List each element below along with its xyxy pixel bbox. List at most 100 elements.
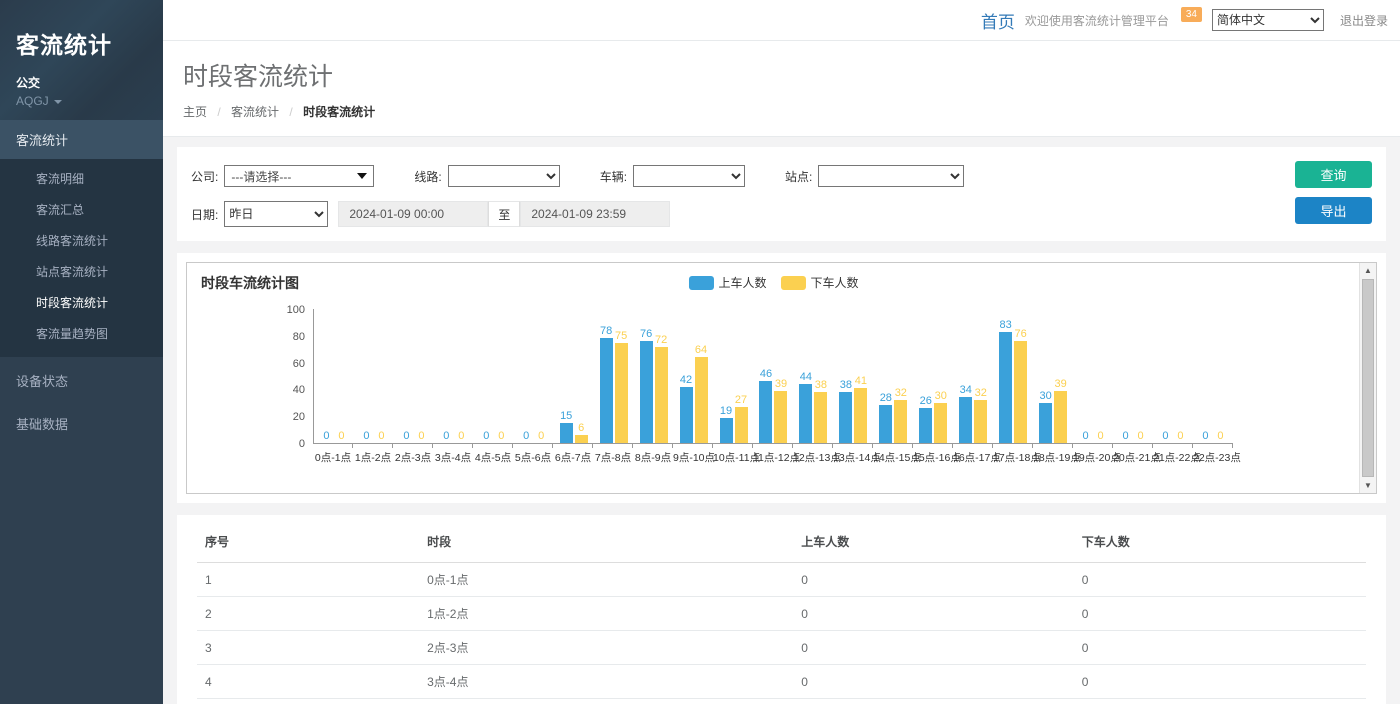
bar-上车人数[interactable]: 83 — [999, 319, 1012, 443]
table-cell: 0 — [1074, 631, 1366, 665]
user-dropdown[interactable]: AQGJ — [16, 94, 147, 108]
bar-下车人数[interactable]: 39 — [1054, 378, 1067, 443]
bar-value-label: 0 — [1162, 430, 1168, 443]
bar-上车人数[interactable]: 0 — [480, 430, 493, 443]
bar-下车人数[interactable]: 72 — [655, 334, 668, 443]
bar-上车人数[interactable]: 15 — [560, 410, 573, 443]
bar-value-label: 72 — [655, 334, 667, 347]
notification-badge[interactable]: 34 — [1181, 7, 1202, 22]
bar-下车人数[interactable]: 0 — [335, 430, 348, 443]
sidebar-item-客流明细[interactable]: 客流明细 — [0, 163, 163, 194]
line-select[interactable] — [448, 165, 560, 187]
sidebar-item-站点客流统计[interactable]: 站点客流统计 — [0, 256, 163, 287]
logout-link[interactable]: 退出登录 — [1340, 12, 1388, 29]
sidebar-section-设备状态[interactable]: 设备状态 — [0, 361, 163, 400]
bar-下车人数[interactable]: 39 — [774, 378, 787, 443]
bar-下车人数[interactable]: 32 — [894, 387, 907, 443]
company-select[interactable]: ---请选择--- — [224, 165, 374, 187]
x-tick — [873, 444, 913, 448]
bar-上车人数[interactable]: 44 — [799, 371, 812, 443]
language-select[interactable]: 简体中文 — [1212, 9, 1324, 31]
sidebar-item-线路客流统计[interactable]: 线路客流统计 — [0, 225, 163, 256]
legend-item-alighting[interactable]: 下车人数 — [781, 274, 859, 291]
x-tick — [513, 444, 553, 448]
date-start-input[interactable] — [338, 201, 488, 227]
breadcrumb-home[interactable]: 主页 — [183, 105, 207, 119]
home-link[interactable]: 首页 — [981, 8, 1015, 33]
bar-上车人数[interactable]: 30 — [1039, 390, 1052, 443]
breadcrumb-section[interactable]: 客流统计 — [231, 105, 279, 119]
bar-上车人数[interactable]: 0 — [1159, 430, 1172, 443]
bar-上车人数[interactable]: 26 — [919, 395, 932, 443]
date-to-label: 至 — [488, 201, 520, 227]
bar-下车人数[interactable]: 76 — [1014, 328, 1027, 443]
bar-上车人数[interactable]: 19 — [720, 405, 733, 443]
bar-下车人数[interactable]: 0 — [535, 430, 548, 443]
table-cell: 5 — [197, 699, 419, 704]
bar-上车人数[interactable]: 0 — [320, 430, 333, 443]
bar-下车人数[interactable]: 0 — [1134, 430, 1147, 443]
date-end-input[interactable] — [520, 201, 670, 227]
bar-下车人数[interactable]: 0 — [1174, 430, 1187, 443]
bar-下车人数[interactable]: 75 — [615, 330, 628, 444]
bar-下车人数[interactable]: 41 — [854, 375, 867, 443]
bar-下车人数[interactable]: 38 — [814, 379, 827, 443]
topbar: 首页 欢迎使用客流统计管理平台 34 简体中文 退出登录 — [163, 0, 1400, 41]
bar-上车人数[interactable]: 0 — [520, 430, 533, 443]
bar-上车人数[interactable]: 0 — [440, 430, 453, 443]
sidebar-section-基础数据[interactable]: 基础数据 — [0, 404, 163, 443]
scroll-up-icon[interactable]: ▲ — [1360, 263, 1376, 278]
bar-上车人数[interactable]: 28 — [879, 392, 892, 443]
bar-上车人数[interactable]: 46 — [759, 368, 772, 443]
bar-下车人数[interactable]: 27 — [735, 394, 748, 443]
sidebar-item-时段客流统计[interactable]: 时段客流统计 — [0, 287, 163, 318]
bar-下车人数[interactable]: 32 — [974, 387, 987, 443]
bar-上车人数[interactable]: 42 — [680, 374, 693, 443]
chart-scrollbar[interactable]: ▲ ▼ — [1359, 263, 1376, 493]
vehicle-select[interactable] — [633, 165, 745, 187]
sidebar-item-客流汇总[interactable]: 客流汇总 — [0, 194, 163, 225]
bar-rect — [839, 392, 852, 443]
table-cell: 1 — [197, 563, 419, 597]
vehicle-label: 车辆: — [600, 168, 627, 185]
chart-category-11点-12点: 4639 — [753, 308, 793, 443]
bar-下车人数[interactable]: 64 — [695, 344, 708, 443]
bar-下车人数[interactable]: 0 — [455, 430, 468, 443]
query-button[interactable]: 查询 — [1295, 161, 1372, 188]
user-name: AQGJ — [16, 94, 49, 108]
bar-下车人数[interactable]: 0 — [495, 430, 508, 443]
bar-下车人数[interactable]: 30 — [934, 390, 947, 443]
bar-下车人数[interactable]: 0 — [415, 430, 428, 443]
scroll-down-icon[interactable]: ▼ — [1360, 478, 1376, 493]
bar-value-label: 64 — [695, 344, 707, 357]
sidebar-item-客流量趋势图[interactable]: 客流量趋势图 — [0, 318, 163, 349]
bar-value-label: 39 — [1055, 378, 1067, 391]
bar-下车人数[interactable]: 0 — [1094, 430, 1107, 443]
bar-上车人数[interactable]: 0 — [360, 430, 373, 443]
bar-上车人数[interactable]: 78 — [600, 325, 613, 443]
bar-上车人数[interactable]: 0 — [400, 430, 413, 443]
bar-value-label: 6 — [578, 422, 584, 435]
sidebar-section-客流统计[interactable]: 客流统计 — [0, 120, 163, 159]
x-tick-label: 18点-19点 — [1033, 450, 1073, 465]
x-tick-label: 16点-17点 — [953, 450, 993, 465]
legend-item-boarding[interactable]: 上车人数 — [688, 274, 766, 291]
bar-下车人数[interactable]: 0 — [375, 430, 388, 443]
date-preset-select[interactable]: 昨日 — [224, 201, 328, 227]
bar-上车人数[interactable]: 76 — [640, 328, 653, 443]
scroll-thumb[interactable] — [1362, 279, 1374, 477]
bar-下车人数[interactable]: 0 — [1214, 430, 1227, 443]
bar-下车人数[interactable]: 6 — [575, 422, 588, 443]
x-tick-label: 10点-11点 — [713, 450, 753, 465]
bar-value-label: 0 — [323, 430, 329, 443]
bar-上车人数[interactable]: 0 — [1199, 430, 1212, 443]
bar-上车人数[interactable]: 34 — [959, 384, 972, 443]
station-select[interactable] — [818, 165, 964, 187]
bar-value-label: 0 — [483, 430, 489, 443]
export-button[interactable]: 导出 — [1295, 197, 1372, 224]
bar-上车人数[interactable]: 0 — [1119, 430, 1132, 443]
table-cell: 0 — [1074, 563, 1366, 597]
bar-value-label: 39 — [775, 378, 787, 391]
bar-上车人数[interactable]: 38 — [839, 379, 852, 443]
bar-上车人数[interactable]: 0 — [1079, 430, 1092, 443]
